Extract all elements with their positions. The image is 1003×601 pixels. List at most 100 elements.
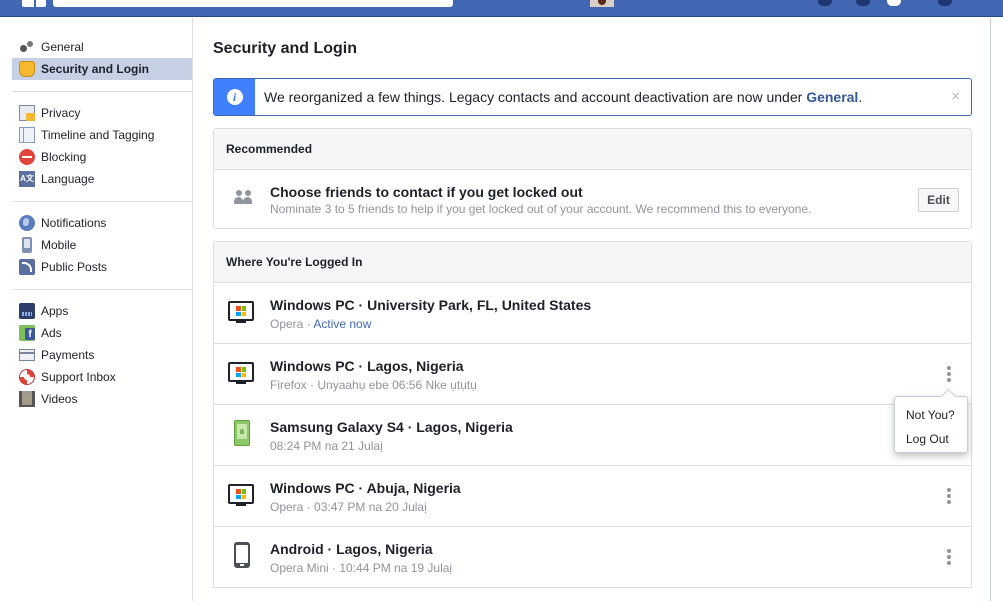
friend-requests-icon[interactable] <box>818 0 832 6</box>
sidebar-item-label: Support Inbox <box>41 370 116 384</box>
right-divider <box>990 18 991 601</box>
account-menu-icon[interactable] <box>938 0 952 6</box>
windows-pc-icon <box>228 362 254 384</box>
session-details: Opera Mini · 10:44 PM na 19 Julaị <box>270 561 452 575</box>
profile-avatar[interactable] <box>590 0 614 7</box>
sidebar-separator <box>12 289 192 290</box>
info-notice: i We reorganized a few things. Legacy co… <box>213 78 972 116</box>
sidebar-item-notifications[interactable]: Notifications <box>12 212 192 234</box>
where-logged-in-header: Where You're Logged In <box>214 242 971 283</box>
session-device: Windows PC · University Park, FL, United… <box>270 297 592 313</box>
separator: · <box>303 500 315 514</box>
sidebar-item-privacy[interactable]: Privacy <box>12 102 192 124</box>
sidebar-item-label: Language <box>41 172 95 186</box>
session-details: 08:24 PM na 21 Julaị <box>270 439 383 453</box>
sidebar-item-label: Privacy <box>41 106 81 120</box>
sidebar-item-language[interactable]: A文 Language <box>12 168 192 190</box>
separator: · <box>328 561 340 575</box>
session-device: Samsung Galaxy S4 · Lagos, Nigeria <box>270 419 513 435</box>
friends-icon <box>234 190 254 204</box>
sidebar-item-label: Notifications <box>41 216 107 230</box>
globe-icon <box>19 215 35 231</box>
search-input[interactable] <box>53 0 453 7</box>
more-options-icon[interactable] <box>943 364 955 384</box>
apps-icon <box>19 303 35 319</box>
sidebar-item-apps[interactable]: Apps <box>12 300 192 322</box>
session-details: Opera · 03:47 PM na 20 Julaị <box>270 500 427 514</box>
session-time: 03:47 PM na 20 Julaị <box>314 500 427 514</box>
recommended-card: Recommended Choose friends to contact if… <box>213 128 972 229</box>
ads-icon <box>19 325 35 341</box>
sidebar-item-label: Ads <box>41 326 62 340</box>
sidebar-item-timeline-and-tagging[interactable]: Timeline and Tagging <box>12 124 192 146</box>
sidebar-item-label: Mobile <box>41 238 77 252</box>
sidebar-item-blocking[interactable]: Blocking <box>12 146 192 168</box>
sidebar-divider <box>192 18 193 601</box>
session-device: Windows PC · Lagos, Nigeria <box>270 358 464 374</box>
sidebar-item-general[interactable]: General <box>12 36 192 58</box>
trusted-contacts-description: Nominate 3 to 5 friends to help if you g… <box>270 202 812 216</box>
film-icon <box>19 391 35 407</box>
session-row: Windows PC · Lagos, Nigeria Firefox · Ụn… <box>214 344 971 405</box>
sidebar-separator <box>12 201 192 202</box>
language-icon: A文 <box>19 171 35 187</box>
sidebar-item-mobile[interactable]: Mobile <box>12 234 192 256</box>
messages-icon[interactable] <box>856 0 870 6</box>
gears-icon <box>19 39 35 55</box>
info-icon: i <box>226 89 243 105</box>
session-browser: Firefox <box>270 378 307 392</box>
separator: · <box>306 378 318 392</box>
sidebar-item-label: Payments <box>41 348 95 362</box>
sidebar-item-label: Blocking <box>41 150 87 164</box>
facebook-logo-icon[interactable] <box>22 0 46 7</box>
sidebar-item-label: Videos <box>41 392 78 406</box>
session-status-active: Active now <box>313 317 372 331</box>
more-options-icon[interactable] <box>943 486 955 506</box>
payments-icon <box>19 349 35 361</box>
sidebar-item-label: Timeline and Tagging <box>41 128 155 142</box>
windows-pc-icon <box>228 301 254 323</box>
samsung-phone-icon <box>228 420 250 446</box>
settings-sidebar: General Security and Login Privacy Timel… <box>12 36 192 410</box>
session-row: Android · Lagos, Nigeria Opera Mini · 10… <box>214 527 971 588</box>
notice-message: We reorganized a few things. Legacy cont… <box>264 89 862 105</box>
session-time: 08:24 PM na 21 Julaị <box>270 439 383 453</box>
close-icon[interactable]: × <box>951 88 960 105</box>
session-device: Android · Lagos, Nigeria <box>270 541 433 557</box>
info-icon-block: i <box>214 79 255 115</box>
trusted-contacts-row: Choose friends to contact if you get loc… <box>214 170 971 228</box>
mobile-icon <box>22 237 32 253</box>
menu-item-not-you[interactable]: Not You? <box>895 403 967 427</box>
session-details: Opera · Active now <box>270 317 371 331</box>
top-nav-bar <box>0 0 1003 17</box>
sidebar-item-payments[interactable]: Payments <box>12 344 192 366</box>
lifebuoy-icon <box>19 369 35 385</box>
recommended-header: Recommended <box>214 129 971 170</box>
trusted-contacts-title: Choose friends to contact if you get loc… <box>270 184 583 200</box>
rss-icon <box>19 259 35 275</box>
more-options-icon[interactable] <box>943 547 955 567</box>
session-row: Windows PC · Abuja, Nigeria Opera · 03:4… <box>214 466 971 527</box>
sidebar-item-videos[interactable]: Videos <box>12 388 192 410</box>
general-settings-link[interactable]: General <box>806 89 858 105</box>
sidebar-item-support-inbox[interactable]: Support Inbox <box>12 366 192 388</box>
edit-button[interactable]: Edit <box>918 188 959 212</box>
notifications-icon[interactable] <box>887 0 901 6</box>
timeline-icon <box>19 127 35 143</box>
session-options-menu: Not You? Log Out <box>894 396 968 453</box>
menu-item-log-out[interactable]: Log Out <box>895 427 967 451</box>
sidebar-item-label: Security and Login <box>41 62 150 76</box>
page-title: Security and Login <box>213 40 358 57</box>
sidebar-item-ads[interactable]: Ads <box>12 322 192 344</box>
sidebar-item-label: Public Posts <box>41 260 108 274</box>
sidebar-item-security-and-login[interactable]: Security and Login <box>12 58 192 80</box>
sidebar-item-public-posts[interactable]: Public Posts <box>12 256 192 278</box>
notice-text: We reorganized a few things. Legacy cont… <box>264 89 807 105</box>
android-phone-icon <box>228 542 250 568</box>
windows-pc-icon <box>228 484 254 506</box>
separator: · <box>303 317 314 331</box>
session-row: Samsung Galaxy S4 · Lagos, Nigeria 08:24… <box>214 405 971 466</box>
session-browser: Opera <box>270 500 304 514</box>
sidebar-item-label: General <box>41 40 84 54</box>
session-browser: Opera Mini <box>270 561 329 575</box>
